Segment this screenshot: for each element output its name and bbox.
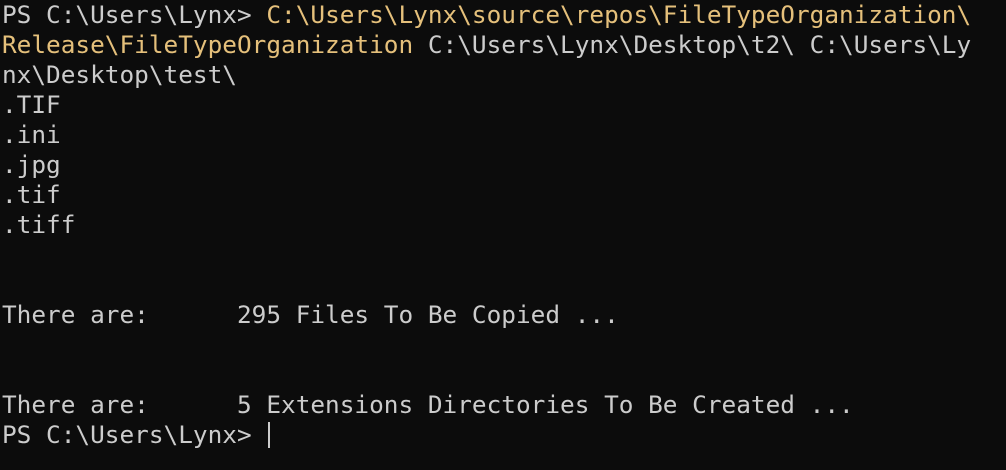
- command-line-2: Release\FileTypeOrganization C:\Users\Ly…: [2, 30, 1004, 60]
- output-files-count: There are: 295 Files To Be Copied ...: [2, 300, 1004, 330]
- command-args-cont: nx\Desktop\test\: [2, 60, 237, 89]
- terminal-window[interactable]: PS C:\Users\Lynx> C:\Users\Lynx\source\r…: [2, 0, 1004, 470]
- command-args: C:\Users\Lynx\Desktop\t2\ C:\Users\Ly: [413, 30, 972, 59]
- output-dirs-count: There are: 5 Extensions Directories To B…: [2, 390, 1004, 420]
- command-executable-cont: Release\FileTypeOrganization: [2, 30, 414, 59]
- output-extension: .ini: [2, 120, 61, 149]
- output-extension: .tif: [2, 180, 61, 209]
- prompt: PS C:\Users\Lynx>: [2, 0, 267, 29]
- final-prompt-line[interactable]: PS C:\Users\Lynx>: [2, 420, 1004, 450]
- command-executable: C:\Users\Lynx\source\repos\FileTypeOrgan…: [266, 0, 972, 29]
- output-extension: .tiff: [2, 210, 76, 239]
- command-line-1: PS C:\Users\Lynx> C:\Users\Lynx\source\r…: [2, 0, 1004, 30]
- dirs-label: There are:: [2, 390, 237, 419]
- files-label: There are:: [2, 300, 237, 329]
- output-extension: .TIF: [2, 90, 61, 119]
- prompt: PS C:\Users\Lynx>: [2, 420, 267, 449]
- text-cursor: [268, 422, 271, 448]
- files-message: 295 Files To Be Copied ...: [236, 300, 619, 329]
- dirs-message: 5 Extensions Directories To Be Created .…: [236, 390, 854, 419]
- output-extension: .jpg: [2, 150, 61, 179]
- command-line-3: nx\Desktop\test\: [2, 60, 1004, 90]
